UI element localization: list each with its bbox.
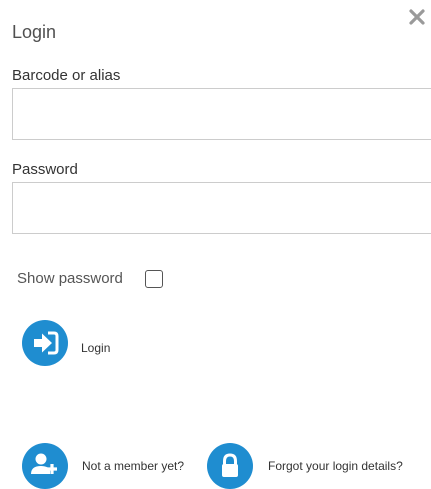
- login-label[interactable]: Login: [81, 341, 110, 355]
- password-input[interactable]: [12, 182, 431, 234]
- register-label[interactable]: Not a member yet?: [82, 459, 184, 473]
- password-label: Password: [12, 161, 78, 178]
- login-button[interactable]: [22, 320, 68, 366]
- barcode-input[interactable]: [12, 88, 431, 140]
- dialog-title: Login: [12, 22, 57, 42]
- add-user-icon: [31, 453, 57, 474]
- lock-icon: [222, 453, 238, 477]
- sign-in-icon: [34, 331, 59, 355]
- show-password-label: Show password: [17, 270, 123, 287]
- forgot-login-button[interactable]: [207, 443, 253, 489]
- barcode-label: Barcode or alias: [12, 67, 121, 84]
- close-button[interactable]: [408, 8, 426, 26]
- forgot-login-label[interactable]: Forgot your login details?: [268, 459, 403, 473]
- close-icon[interactable]: [408, 8, 426, 26]
- register-button[interactable]: [22, 443, 68, 489]
- show-password-checkbox[interactable]: [145, 270, 163, 288]
